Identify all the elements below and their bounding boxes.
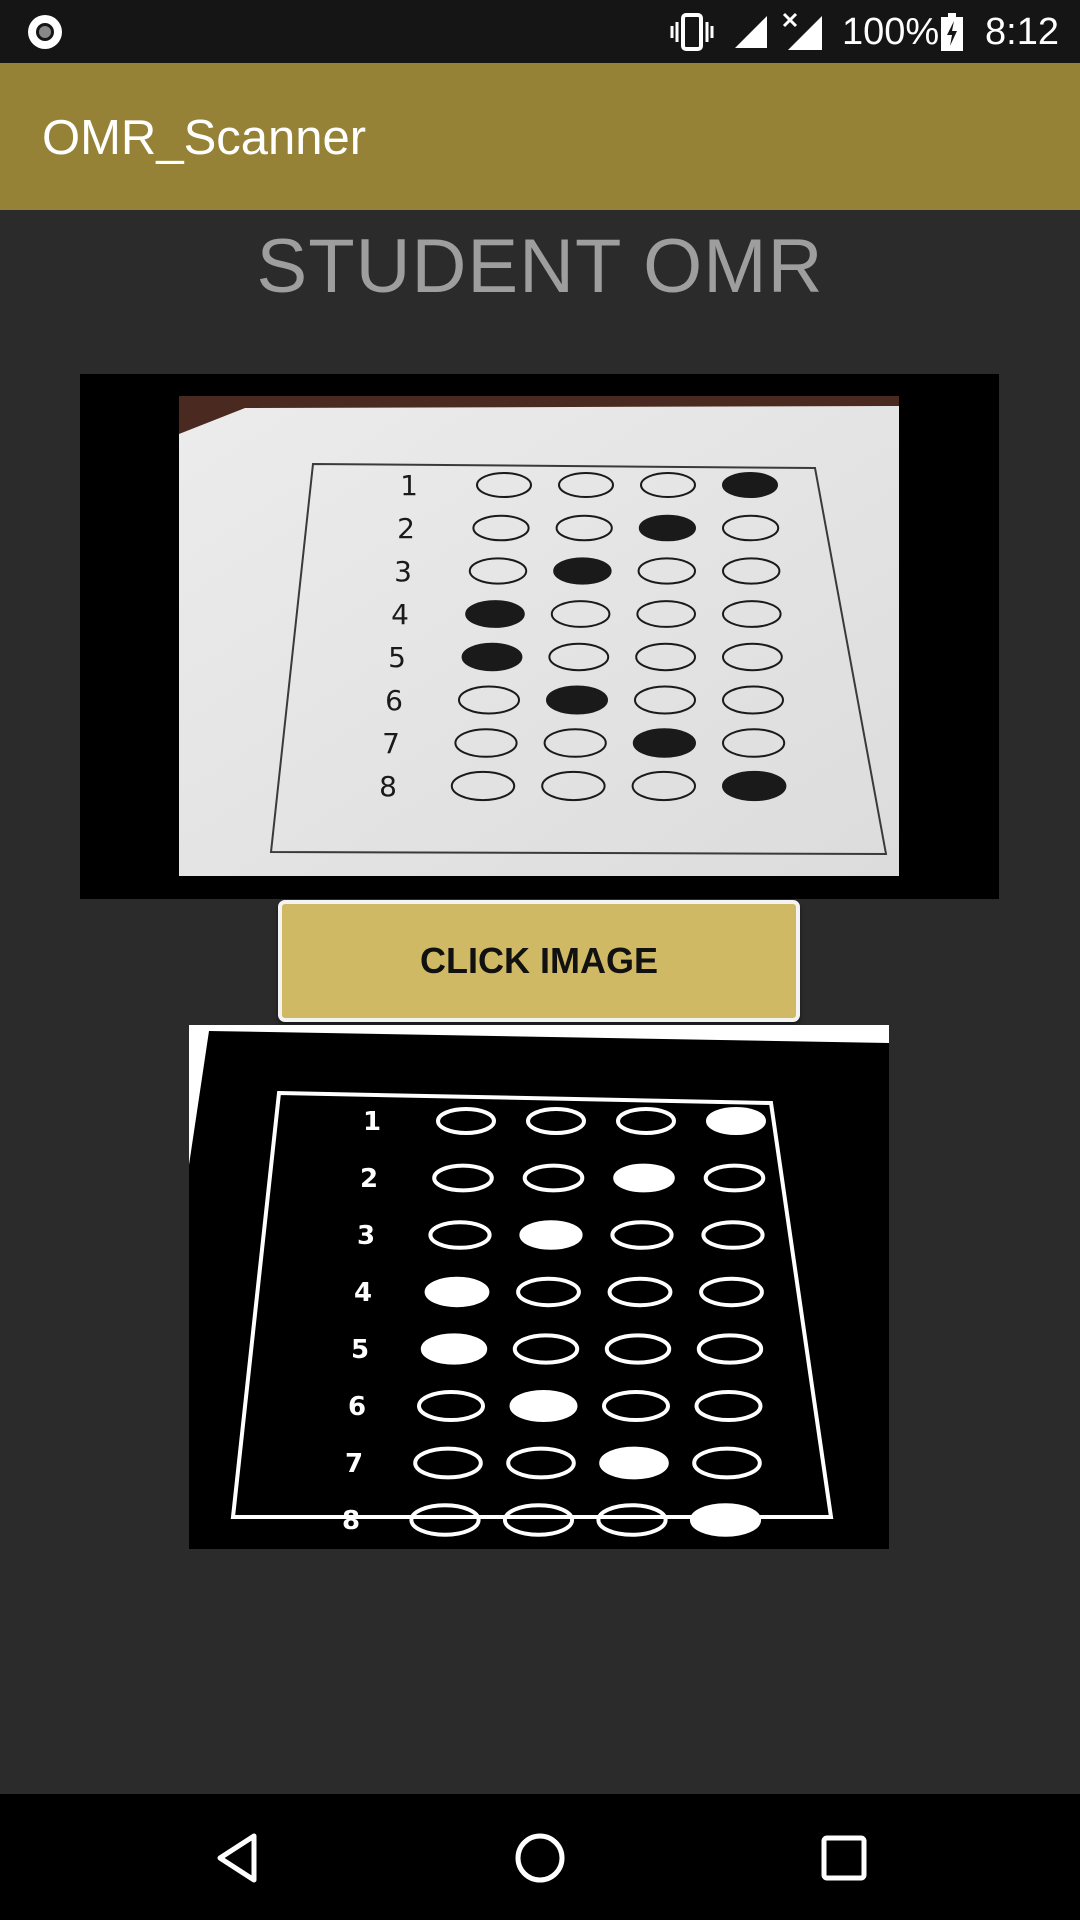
filled-bubble [632,728,696,758]
filled-bubble [553,557,612,585]
filled-bubble [465,600,525,628]
filled-bubble [689,1503,762,1537]
navigation-bar [0,1794,1080,1920]
filled-bubble [424,1276,490,1308]
app-title: OMR_Scanner [42,111,367,165]
click-image-button[interactable]: CLICK IMAGE [278,900,800,1022]
question-number-4: 4 [354,1278,372,1308]
question-number-2: 2 [397,512,415,545]
filled-bubble [461,642,523,672]
app-bar: OMR_Scanner [0,63,1080,210]
question-number-7: 7 [382,727,400,760]
filled-bubble [420,1333,488,1365]
filled-bubble [599,1446,669,1480]
back-icon[interactable] [208,1828,268,1888]
page-heading: STUDENT OMR [256,224,824,309]
question-number-3: 3 [357,1221,375,1251]
screen-record-icon [28,15,62,49]
recents-icon[interactable] [814,1828,874,1888]
threshold-sheet-image: 1 2 3 4 5 6 7 8 [189,1025,889,1549]
battery-percentage: 100% [842,11,940,53]
home-icon[interactable] [510,1828,570,1888]
question-number-1: 1 [363,1107,381,1137]
question-number-6: 6 [385,684,403,717]
filled-bubble [722,472,778,498]
filled-bubble [638,514,696,542]
filled-bubble [722,770,787,802]
no-signal-icon [782,12,822,50]
filled-bubble [509,1390,578,1422]
question-number-8: 8 [379,770,397,803]
question-number-3: 3 [394,555,412,588]
vibrate-icon [670,13,714,51]
question-number-7: 7 [345,1449,363,1479]
cell-signal-icon [735,16,767,48]
filled-bubble [546,685,608,715]
question-number-5: 5 [388,641,406,674]
clock: 8:12 [985,11,1059,53]
question-number-2: 2 [360,1164,378,1194]
filled-bubble [613,1163,675,1193]
question-number-6: 6 [348,1392,366,1422]
processed-omr-image: 1 2 3 4 5 6 7 8 [189,1025,889,1549]
captured-photo: 1 2 3 4 5 6 7 8 [80,374,999,899]
status-bar: 100% 8:12 [0,0,1080,63]
question-number-8: 8 [342,1506,360,1536]
filled-bubble [706,1107,766,1135]
omr-sheet-photo: 1 2 3 4 5 6 7 8 [179,396,899,876]
question-number-5: 5 [351,1335,369,1365]
filled-bubble [519,1220,583,1250]
question-number-4: 4 [391,598,409,631]
battery-charging-icon [941,13,963,51]
question-number-1: 1 [400,469,418,502]
